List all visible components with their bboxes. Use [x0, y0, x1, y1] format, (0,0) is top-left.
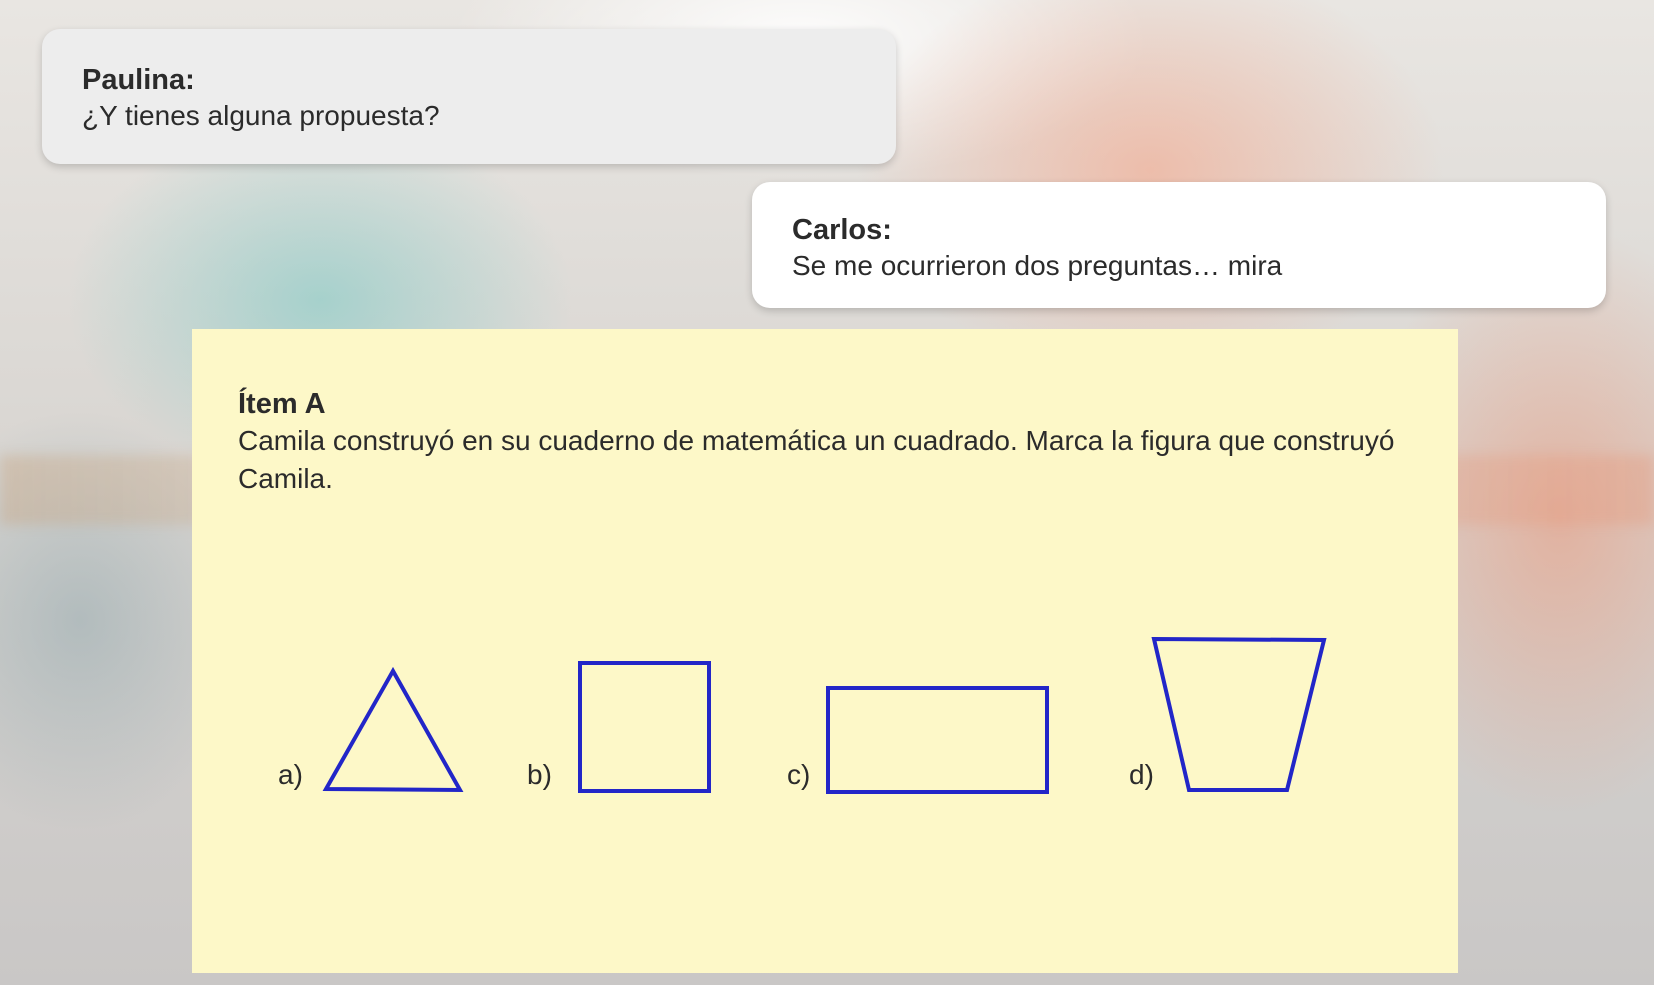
- chat-bubble-carlos: Carlos: Se me ocurrieron dos preguntas… …: [752, 182, 1606, 308]
- chat-message: Se me ocurrieron dos preguntas… mira: [792, 250, 1283, 281]
- chat-message: ¿Y tienes alguna propuesta?: [82, 100, 440, 131]
- speaker-name: Paulina:: [82, 64, 195, 96]
- speaker-name: Carlos:: [792, 214, 892, 246]
- trapezoid-icon[interactable]: [1151, 636, 1328, 797]
- item-card: Ítem A Camila construyó en su cuaderno d…: [192, 329, 1458, 973]
- rectangle-icon[interactable]: [826, 686, 1051, 795]
- triangle-icon[interactable]: [322, 666, 464, 794]
- square-icon[interactable]: [578, 661, 712, 795]
- option-label-d[interactable]: d): [1129, 759, 1154, 791]
- chat-bubble-paulina: Paulina: ¿Y tienes alguna propuesta?: [42, 29, 896, 164]
- option-label-a[interactable]: a): [278, 759, 303, 791]
- background-scene: Paulina: ¿Y tienes alguna propuesta? Car…: [0, 0, 1654, 985]
- option-label-c[interactable]: c): [787, 759, 810, 791]
- item-question: Camila construyó en su cuaderno de matem…: [238, 425, 1395, 494]
- item-title: Ítem A: [238, 388, 326, 420]
- option-label-b[interactable]: b): [527, 759, 552, 791]
